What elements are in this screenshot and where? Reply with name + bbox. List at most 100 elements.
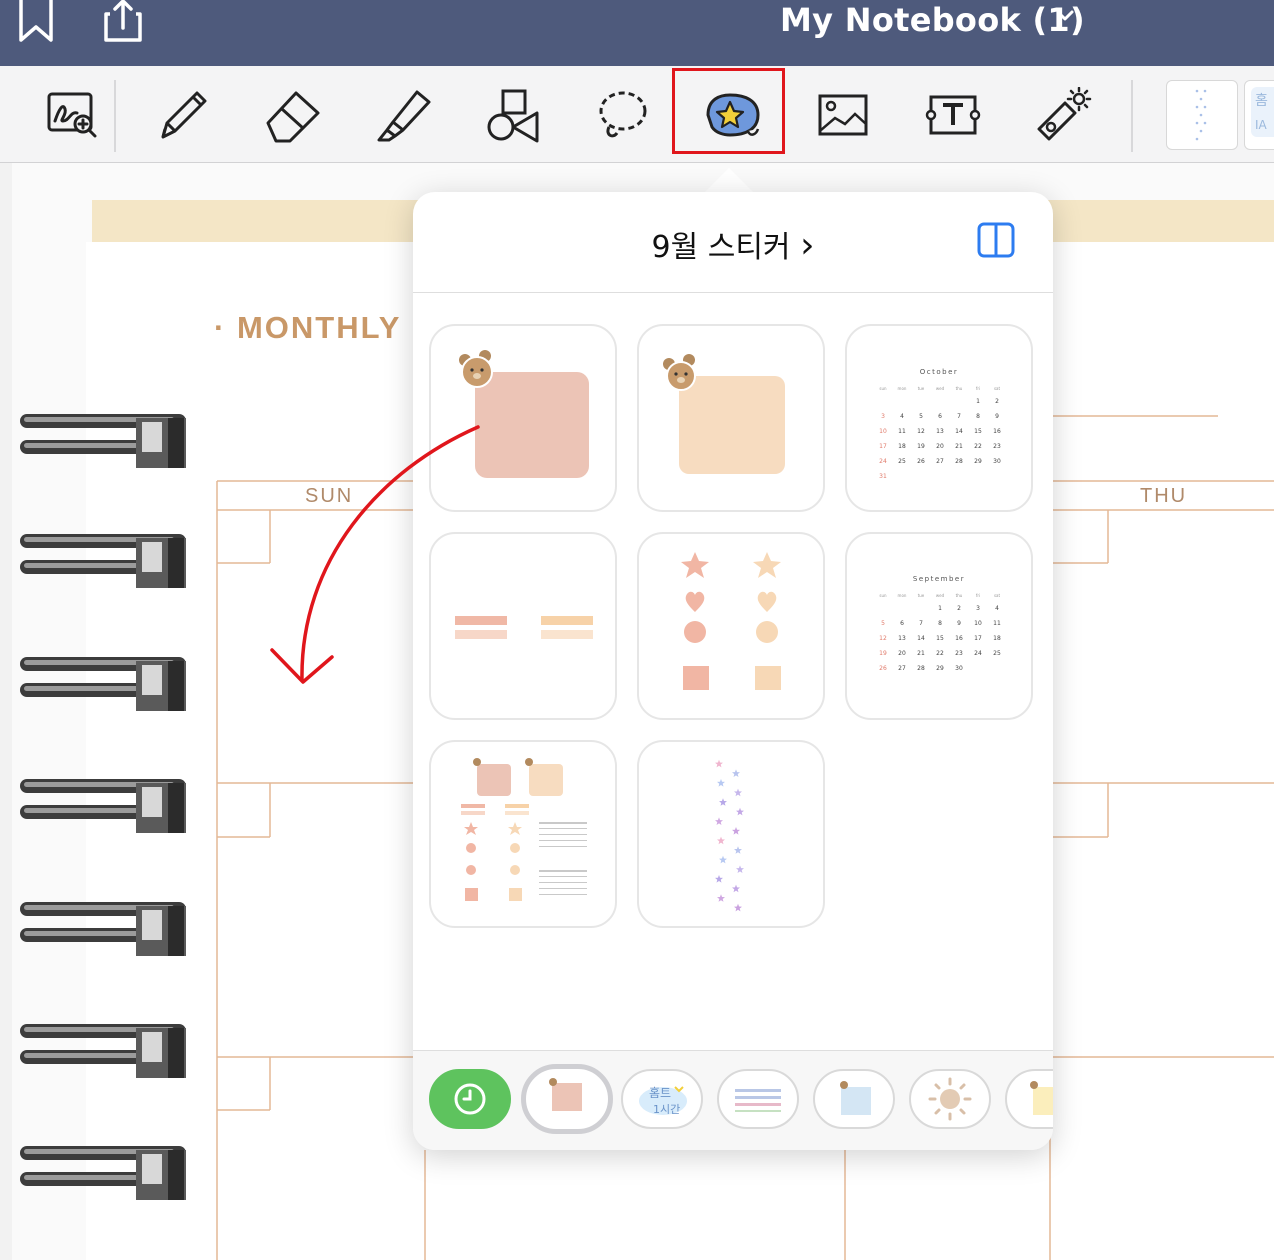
sticker-pack-tab-blue-memo[interactable] [813, 1069, 895, 1129]
calendar-day: 15 [936, 635, 944, 642]
spiral-ring [18, 775, 190, 837]
blue-memo-thumb [840, 1081, 871, 1115]
star-mark [732, 884, 740, 893]
sticker-shapes-set[interactable] [637, 532, 825, 720]
calendar-day: 8 [976, 413, 980, 420]
sticker-september-calendar[interactable]: September sun mon tue wed thu fri sat 1 2 3 4 5 6 7 8 9 1… [845, 532, 1033, 720]
calendar-day: 21 [955, 443, 963, 450]
calendar-day: 23 [993, 443, 1001, 450]
star-mark [715, 875, 723, 883]
calendar-day: 7 [919, 620, 923, 627]
calendar-day: 10 [879, 428, 887, 435]
lettering-thumb: 홈트 1시간 [639, 1086, 687, 1116]
calendar-day: 21 [917, 650, 925, 657]
popover-arrow [703, 168, 755, 194]
star-mark [719, 855, 727, 864]
split-view-icon[interactable] [977, 222, 1015, 262]
star-mark [734, 788, 742, 797]
sticker-pink-memo-bear[interactable] [429, 324, 617, 512]
calendar-weekday: tue [918, 593, 925, 598]
calendar-day: 22 [974, 443, 982, 450]
star-mark [736, 865, 744, 873]
sticker-peach-memo-bear[interactable] [637, 324, 825, 512]
calendar-day: 12 [917, 428, 925, 435]
calendar-day: 28 [917, 665, 925, 672]
calendar-day: 4 [900, 413, 904, 420]
calendar-weekday: sat [994, 386, 1001, 391]
calendar-day: 3 [976, 605, 980, 612]
calendar-day: 5 [919, 413, 923, 420]
calendar-weekday: wed [936, 386, 945, 391]
calendar-day: 18 [993, 635, 1001, 642]
calendar-day: 9 [995, 413, 999, 420]
sticker-pack-title-text: 9월 스티커 [651, 230, 791, 265]
sticker-october-calendar[interactable]: October sun mon tue wed thu fri sat 1 2 3 4 5 6 7 8 9 10 1… [845, 324, 1033, 512]
calendar-weekday: sun [879, 593, 887, 598]
calendar-day: 30 [955, 665, 963, 672]
sun-icon [928, 1077, 972, 1121]
calendar-day: 26 [917, 458, 925, 465]
calendar-day: 22 [936, 650, 944, 657]
spiral-ring [18, 898, 190, 960]
star-mark [715, 759, 723, 768]
calendar-day: 11 [993, 620, 1001, 627]
calendar-day: 24 [879, 458, 887, 465]
recent-stickers-tab[interactable] [429, 1069, 511, 1129]
star-heart-circle-square-sticker [681, 552, 781, 690]
star-mark [717, 779, 725, 787]
star-mark [717, 836, 725, 845]
calendar-day: 14 [955, 428, 963, 435]
calendar-day: 19 [917, 443, 925, 450]
sticker-pack-tab-yellow-memo[interactable] [1005, 1069, 1053, 1129]
calendar-day: 3 [881, 413, 885, 420]
calendar-weekday: sun [879, 386, 887, 391]
sticker-pack-tab-label-grid[interactable] [717, 1069, 799, 1129]
calendar-day: 13 [936, 428, 944, 435]
calendar-day: 29 [936, 665, 944, 672]
calendar-day: 23 [955, 650, 963, 657]
sticker-pack-tab-lettering[interactable]: 홈트 1시간 [621, 1069, 703, 1129]
star-mark [732, 827, 740, 835]
calendar-month-label: September [913, 575, 965, 583]
calendar-day: 1 [938, 605, 942, 612]
calendar-day: 28 [955, 458, 963, 465]
calendar-day: 4 [995, 605, 999, 612]
calendar-day: 27 [898, 665, 906, 672]
sticker-label-tapes[interactable] [429, 532, 617, 720]
spiral-ring [18, 530, 190, 592]
calendar-day: 27 [936, 458, 944, 465]
calendar-day: 19 [879, 650, 887, 657]
calendar-day: 2 [957, 605, 961, 612]
sticker-pack-tab-sun[interactable] [909, 1069, 991, 1129]
calendar-day: 7 [957, 413, 961, 420]
calendar-month-label: October [920, 368, 959, 376]
peach-memo-bear-sticker [663, 354, 785, 474]
calendar-weekday: fri [976, 593, 980, 598]
calendar-weekday: fri [976, 386, 980, 391]
calendar-day: 26 [879, 665, 887, 672]
spiral-ring [18, 653, 190, 715]
spiral-ring [18, 410, 190, 472]
calendar-weekday: tue [918, 386, 925, 391]
sticker-sheet-preview-image [461, 758, 587, 901]
star-mark [715, 817, 723, 825]
calendar-day: 6 [938, 413, 942, 420]
october-calendar-sticker: Octobersun mon tue wed thu fri sat1 23 4 5 6 7 8 910 1… [879, 368, 1001, 480]
purple-stars-strip-sticker [715, 759, 744, 912]
star-mark [732, 769, 740, 777]
sticker-purple-stars-strip[interactable] [637, 740, 825, 928]
star-mark [736, 807, 744, 816]
sticker-sheet-preview[interactable] [429, 740, 617, 928]
star-mark [717, 894, 725, 902]
svg-text:홈트: 홈트 [649, 1086, 671, 1100]
svg-text:1시간: 1시간 [653, 1103, 680, 1116]
sticker-pack-title[interactable]: 9월 스티커 › [413, 222, 1053, 266]
calendar-day: 25 [898, 458, 906, 465]
calendar-day: 17 [879, 443, 887, 450]
popover-header: 9월 스티커 › [413, 192, 1053, 293]
chevron-right-icon: › [800, 225, 815, 266]
spiral-ring [18, 1142, 190, 1204]
sticker-pack-tab-pink-memo[interactable] [521, 1064, 613, 1134]
sticker-pack-tray: 홈트 1시간 [413, 1050, 1053, 1150]
star-mark [734, 846, 742, 854]
